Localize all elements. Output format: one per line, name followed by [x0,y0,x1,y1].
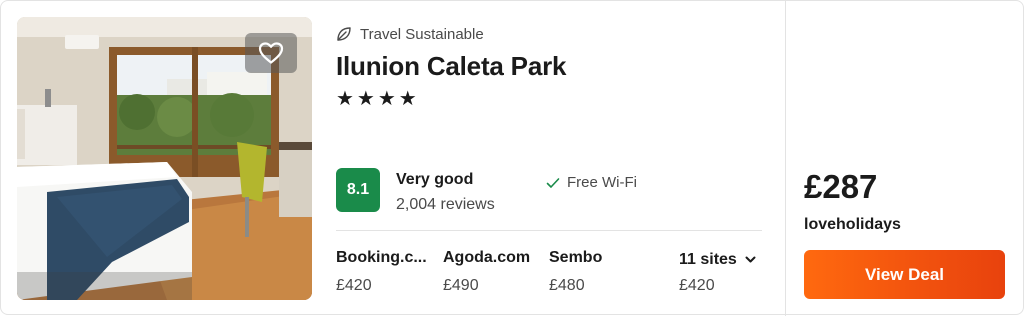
site-offer-agoda[interactable]: Agoda.com £490 [443,249,543,295]
more-sites-label: 11 sites [679,251,737,268]
more-sites-price: £420 [679,277,715,294]
amenity-wifi: Free Wi-Fi [546,174,637,191]
travel-sustainable-label: Travel Sustainable [360,25,484,43]
leaf-icon [337,27,351,41]
column-separator [785,1,786,316]
star-rating: ★★★★ [336,88,420,110]
favorite-button[interactable] [245,33,297,73]
view-deal-button[interactable]: View Deal [804,250,1005,299]
more-sites-dropdown[interactable]: 11 sites £420 [679,251,756,295]
divider [336,230,762,231]
deal-provider: loveholidays [804,216,901,233]
hotel-name[interactable]: Ilunion Caleta Park [336,51,566,82]
review-count[interactable]: 2,004 reviews [396,196,495,214]
site-offer-booking[interactable]: Booking.c... £420 [336,249,436,295]
hotel-listing-card: Travel Sustainable Ilunion Caleta Park ★… [0,0,1024,316]
amenity-label: Free Wi-Fi [567,174,637,191]
travel-sustainable-badge: Travel Sustainable [336,24,484,44]
site-price: £490 [443,277,479,294]
deal-price: £287 [804,168,878,205]
site-price: £420 [336,277,372,294]
check-icon [546,177,560,188]
heart-icon [258,42,284,64]
review-score-badge[interactable]: 8.1 [336,168,380,212]
more-sites-toggle[interactable]: 11 sites [679,251,756,269]
site-name: Sembo [549,249,603,266]
hotel-photo[interactable] [17,17,312,300]
site-offer-sembo[interactable]: Sembo £480 [549,249,649,295]
chevron-down-icon [745,256,756,263]
site-price: £480 [549,277,585,294]
site-name: Booking.c... [336,249,427,266]
site-name: Agoda.com [443,249,531,266]
rating-label: Very good [396,171,474,188]
